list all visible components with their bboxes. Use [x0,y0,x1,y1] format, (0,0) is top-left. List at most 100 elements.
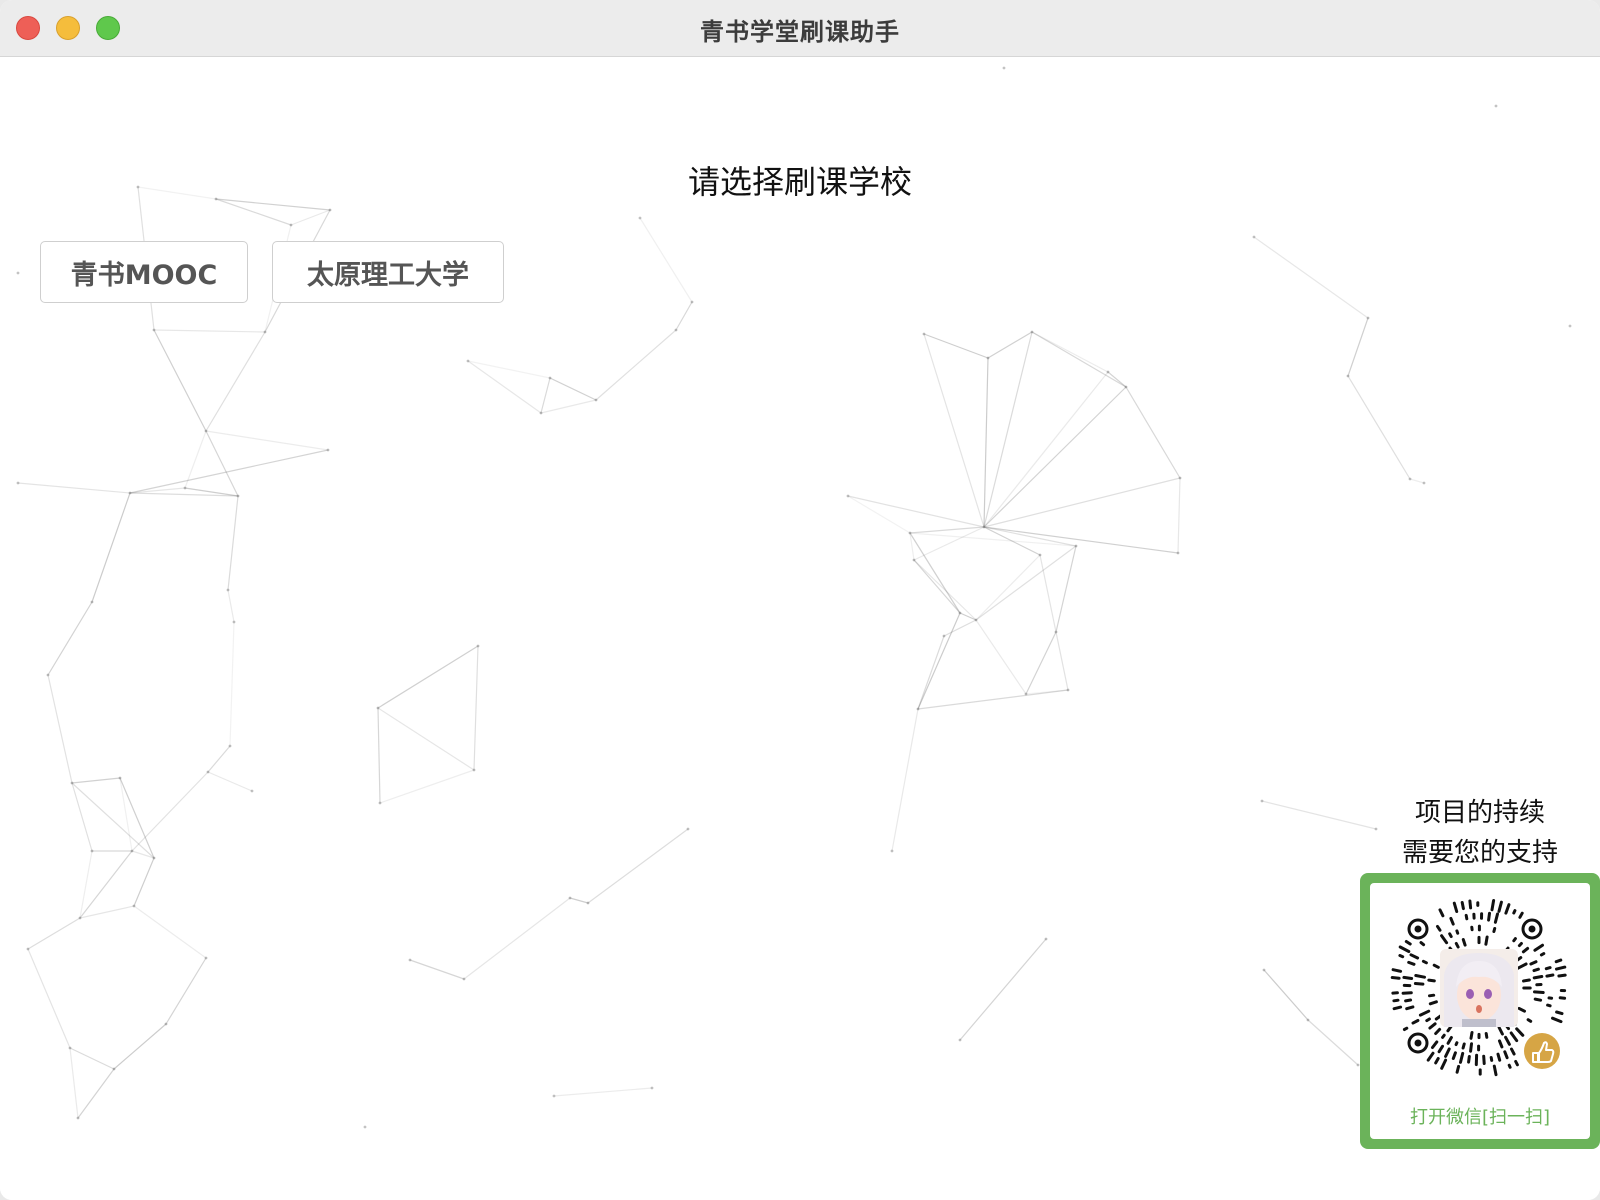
qr-module [1449,916,1455,926]
network-node [594,398,598,402]
network-node [1422,481,1426,485]
qr-module [1469,1031,1474,1040]
network-node [982,525,986,529]
network-edge [975,554,1041,621]
school-button-qingshu-mooc[interactable]: 青书MOOC [40,241,248,303]
network-node [204,956,208,960]
network-node [232,620,236,624]
network-node [1366,316,1370,320]
qr-module [1498,1039,1504,1049]
title-bar[interactable]: 青书学堂刷课助手 [0,0,1600,57]
network-edge [113,1023,167,1070]
network-node [552,1094,556,1098]
qr-module [1434,1057,1440,1065]
network-edge [153,329,207,432]
network-edge [227,589,235,623]
qr-module [1446,1036,1453,1045]
network-edge [923,333,985,528]
qr-module [1401,991,1413,995]
qr-module [1490,899,1496,912]
network-edge [569,897,589,904]
qr-module [1529,960,1538,966]
network-node [1408,477,1412,481]
qr-module [1432,963,1440,969]
qr-module [1515,1027,1525,1037]
network-node [76,1116,80,1120]
qr-module [1437,1044,1444,1054]
network-node [1002,66,1006,70]
qr-module [1504,903,1511,915]
qr-module [1492,927,1497,933]
qr-module [1489,1056,1494,1062]
network-edge [79,850,93,919]
network-edge [69,1047,79,1119]
network-edge [207,771,253,792]
qr-module [1431,1040,1439,1049]
network-edge [917,612,961,710]
network-edge [463,897,571,980]
network-node [476,644,480,648]
network-node [204,429,208,433]
network-node [912,558,916,562]
qr-module [1558,996,1567,1000]
network-edge [975,619,1027,695]
qr-module [1459,1051,1465,1064]
network-edge [27,917,81,950]
network-node [112,1067,116,1071]
qr-module [1484,1032,1489,1039]
network-node [78,916,82,920]
network-edge [131,771,209,852]
network-edge [847,495,985,528]
network-node [890,849,894,853]
network-node [472,768,476,772]
qr-module [1413,982,1425,986]
network-node [183,486,187,490]
network-node [1260,799,1264,803]
qr-module [1448,932,1453,939]
network-edge [205,430,239,497]
qr-module [1454,942,1460,949]
network-edge [540,399,597,414]
network-edge [595,329,677,401]
network-node [1494,104,1498,108]
qr-module [1533,990,1545,994]
qr-module [1510,1047,1516,1056]
network-node [132,904,136,908]
qr-module [1546,1003,1552,1008]
qr-module [1441,1033,1446,1039]
app-window: 青书学堂刷课助手 请选择刷课学校 青书MOOC 太原理工大学 项目的持续 需要您… [0,0,1600,1200]
network-node [539,411,543,415]
network-node [328,208,332,212]
network-node [408,958,412,962]
network-edge [959,612,977,621]
qr-module [1405,1005,1415,1011]
support-message-line-2: 需要您的支持 [1401,838,1558,868]
school-button-taiyuan-university-of-technology[interactable]: 太原理工大学 [272,241,504,303]
qr-module [1419,941,1426,947]
qr-module [1392,998,1400,1003]
qr-module [1468,899,1473,910]
network-edge [133,857,155,907]
qr-finder-bottom-left [1407,1032,1429,1054]
network-node [90,600,94,604]
network-node [908,531,912,535]
qr-module [1402,1026,1409,1031]
qr-module [1438,908,1445,918]
qr-module [1522,978,1531,983]
network-edge [409,959,465,980]
network-edge [959,938,1047,1041]
network-edge [1055,631,1069,691]
qr-module [1497,1026,1504,1036]
network-edge [1409,478,1425,484]
network-node [1024,692,1028,696]
network-edge [129,449,329,494]
network-edge [377,645,479,709]
qr-module [1391,968,1403,973]
qr-module [1518,911,1524,919]
network-node [289,223,293,227]
qr-finder-top-left [1407,918,1429,940]
network-node [974,618,978,622]
qr-module [1544,966,1552,971]
network-node [846,494,850,498]
qr-module [1516,962,1528,970]
